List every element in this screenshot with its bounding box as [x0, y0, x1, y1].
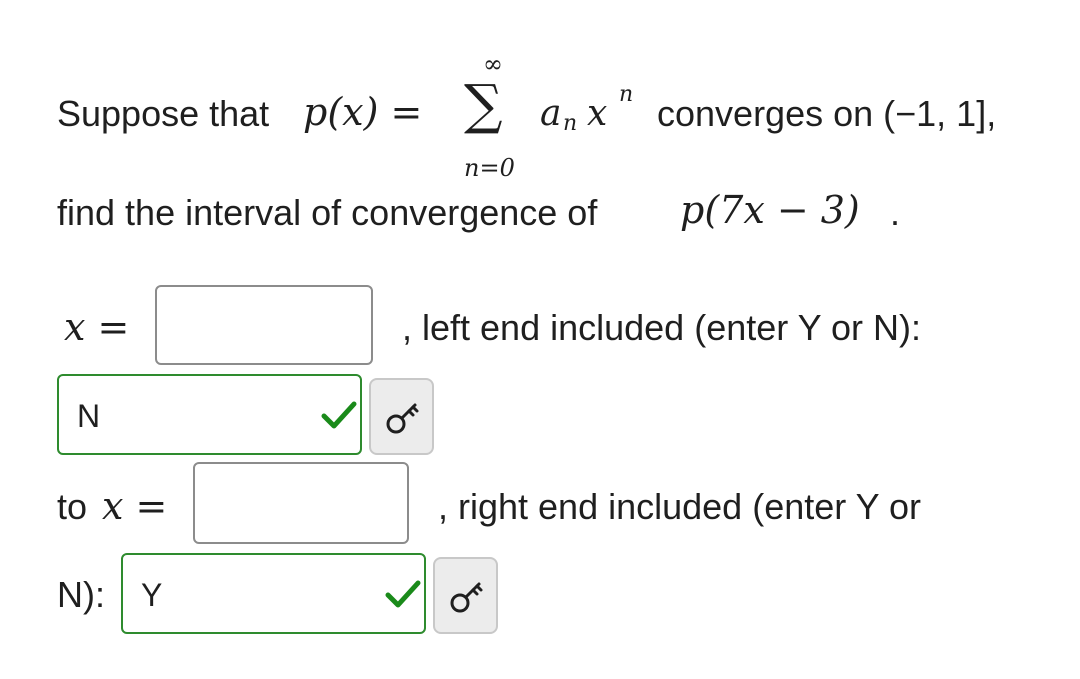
correct-check-icon — [321, 400, 357, 430]
math-term-sub: n — [563, 111, 578, 136]
key-icon — [449, 576, 485, 616]
math-p-of-transformed: p(7x − 3) — [680, 188, 860, 232]
show-answer-key-button[interactable] — [433, 557, 498, 634]
left-end-included-value: N — [77, 398, 101, 434]
right-endpoint-to-label: to — [57, 486, 88, 527]
math-term-exp: n — [619, 82, 634, 107]
right-endpoint-x-eq-label: x = — [102, 484, 168, 528]
show-answer-key-button[interactable] — [369, 378, 434, 455]
problem-line2-prefix: find the interval of convergence of — [57, 192, 598, 233]
right-endpoint-input[interactable] — [193, 462, 409, 544]
left-endpoint-x-eq-label: x = — [64, 305, 130, 349]
math-p-of-x: p(x) = — [303, 90, 423, 134]
left-endpoint-input[interactable] — [155, 285, 373, 365]
right-end-included-prompt: , right end included (enter Y or — [438, 486, 921, 527]
math-term-base: a — [540, 93, 562, 134]
right-end-included-value: Y — [141, 577, 163, 613]
left-end-included-input[interactable]: N — [57, 374, 362, 455]
key-icon — [385, 397, 421, 437]
left-end-included-prompt: , left end included (enter Y or N): — [402, 307, 921, 348]
math-sum-lower: n=0 — [464, 154, 515, 182]
problem-line1-suffix: converges on (−1, 1], — [657, 93, 997, 134]
correct-check-icon — [385, 579, 421, 609]
math-sum-symbol: ∑ — [464, 73, 503, 136]
right-end-included-input[interactable]: Y — [121, 553, 426, 634]
problem-line2-period: . — [890, 192, 901, 233]
right-end-included-prompt-end: N): — [57, 574, 105, 615]
problem-line1-prefix: Suppose that — [57, 93, 270, 134]
math-term-x: x — [587, 93, 608, 134]
